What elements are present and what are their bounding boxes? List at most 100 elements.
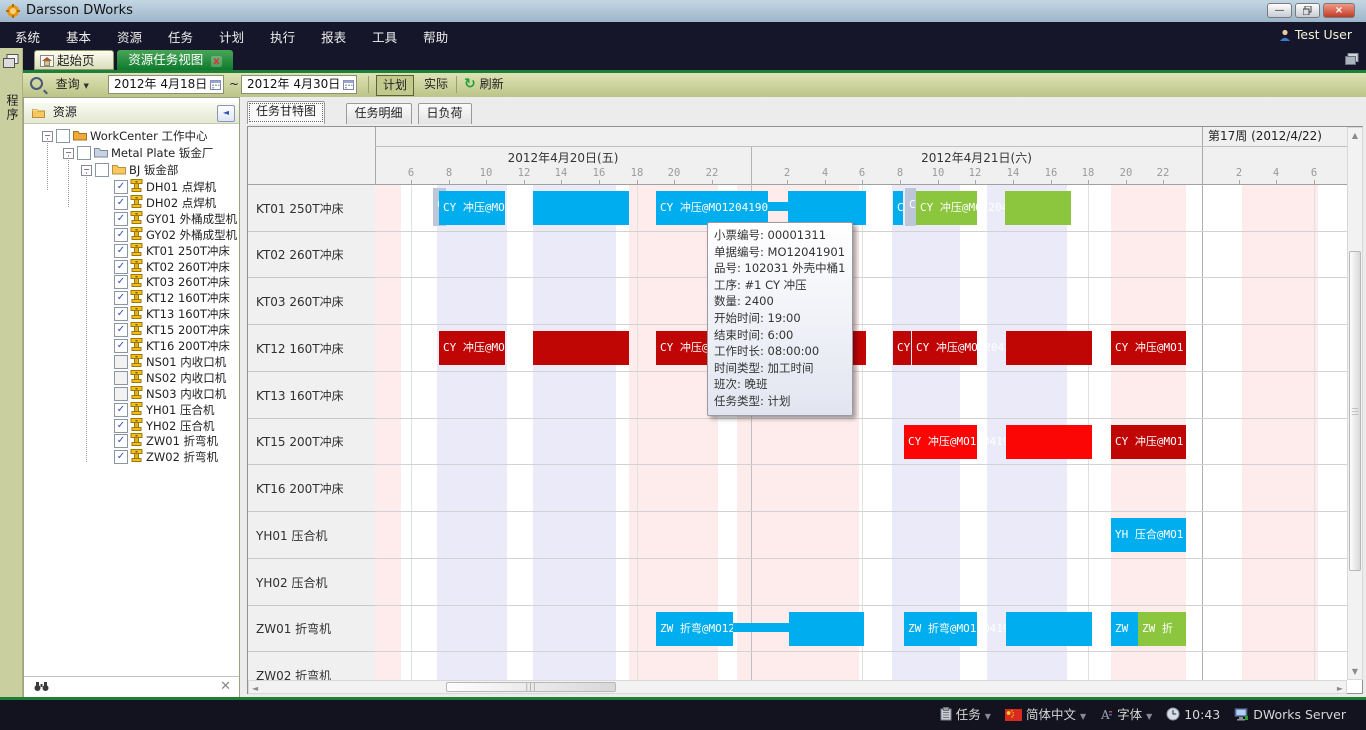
gantt-bar[interactable] (788, 191, 866, 225)
tree-checkbox[interactable]: ✓ (114, 291, 128, 305)
side-strip-label[interactable]: 程序 (4, 94, 21, 122)
scroll-right-icon[interactable]: ► (1337, 684, 1343, 693)
gantt-bar[interactable] (533, 331, 629, 365)
tree-item-ZW02[interactable]: ZW02 折弯机 (146, 449, 218, 465)
horizontal-scrollbar[interactable]: ◄ ||| ► (248, 680, 1347, 694)
tree-item-NS01[interactable]: NS01 内收口机 (146, 354, 226, 370)
menu-item-基本[interactable]: 基本 (53, 22, 104, 51)
tree-checkbox[interactable]: ✓ (114, 307, 128, 321)
gantt-bar[interactable]: CY 冲压@MO12041903 (904, 425, 977, 459)
tree-checkbox[interactable] (56, 129, 70, 143)
tree-item-KT02[interactable]: KT02 260T冲床 (146, 259, 230, 275)
menu-item-执行[interactable]: 执行 (257, 22, 308, 51)
dropdown-icon[interactable]: ▼ (1146, 712, 1152, 721)
tree-item-KT03[interactable]: KT03 260T冲床 (146, 274, 230, 290)
menu-item-工具[interactable]: 工具 (359, 22, 410, 51)
vertical-scrollbar-thumb[interactable]: ——— (1349, 251, 1361, 571)
gantt-bar[interactable]: CY 冲压@MO12041904 (912, 331, 977, 365)
pages-icon[interactable] (3, 54, 19, 69)
tree-item-DH01[interactable]: DH01 点焊机 (146, 179, 216, 195)
tab-close-icon[interactable]: x (211, 56, 221, 67)
gantt-bar[interactable]: ZW 折 (1138, 612, 1186, 646)
tree-checkbox[interactable]: ✓ (114, 196, 128, 210)
tree-checkbox[interactable]: ✓ (114, 323, 128, 337)
scroll-left-icon[interactable]: ◄ (252, 684, 258, 693)
vertical-scrollbar[interactable]: ▲ ——— ▼ (1347, 127, 1363, 680)
tree-checkbox[interactable]: ✓ (114, 212, 128, 226)
gantt-tab-任务明细[interactable]: 任务明细 (346, 103, 412, 124)
clear-search-icon[interactable]: ✕ (220, 679, 231, 694)
tree-node-metal-plate[interactable]: Metal Plate 钣金厂 (111, 145, 213, 161)
gantt-bar[interactable] (733, 623, 789, 632)
horizontal-scrollbar-thumb[interactable]: ||| (446, 682, 616, 692)
gantt-bar[interactable] (1006, 425, 1092, 459)
window-stack-icon[interactable] (1345, 53, 1359, 66)
restore-button[interactable] (1295, 3, 1320, 18)
tree-item-NS02[interactable]: NS02 内收口机 (146, 370, 226, 386)
gantt-bar[interactable]: ZW 折弯@MO12041901 (904, 612, 977, 646)
tree-checkbox[interactable] (77, 146, 91, 160)
tree-checkbox[interactable]: ✓ (114, 260, 128, 274)
gantt-bar[interactable] (1006, 612, 1092, 646)
collapse-panel-button[interactable]: ◄ (217, 105, 235, 122)
tree-checkbox[interactable]: ✓ (114, 403, 128, 417)
tree-item-YH01[interactable]: YH01 压合机 (146, 402, 214, 418)
tree-checkbox[interactable]: ✓ (114, 450, 128, 464)
gantt-bar[interactable] (1005, 191, 1071, 225)
gantt-bar[interactable] (533, 191, 629, 225)
gantt-tab-日负荷[interactable]: 日负荷 (418, 103, 472, 124)
tree-item-KT01[interactable]: KT01 250T冲床 (146, 243, 230, 259)
minimize-button[interactable]: — (1267, 3, 1292, 18)
gantt-bar[interactable]: ZW 折弯@MO12041901 (656, 612, 733, 646)
gantt-bar[interactable] (768, 202, 788, 211)
gantt-bar[interactable] (1006, 331, 1092, 365)
tree-checkbox[interactable]: ✓ (114, 419, 128, 433)
gantt-bar[interactable]: CY 冲压@MO12041901 (656, 191, 768, 225)
tree-item-DH02[interactable]: DH02 点焊机 (146, 195, 216, 211)
tree-item-YH02[interactable]: YH02 压合机 (146, 418, 214, 434)
close-button[interactable]: × (1323, 3, 1355, 18)
dropdown-icon[interactable]: ▼ (985, 712, 991, 721)
plan-toggle-button[interactable]: 计划 (376, 75, 414, 96)
menu-item-资源[interactable]: 资源 (104, 22, 155, 51)
gantt-bar[interactable]: CY 冲压@MO1 (1111, 425, 1186, 459)
tree-checkbox[interactable]: ✓ (114, 180, 128, 194)
tree-item-KT15[interactable]: KT15 200T冲床 (146, 322, 230, 338)
tree-checkbox[interactable]: ✓ (114, 434, 128, 448)
menu-item-任务[interactable]: 任务 (155, 22, 206, 51)
search-button[interactable]: 查询 ▼ (30, 75, 89, 94)
tab-resource-task-view[interactable]: 资源任务视图 x (117, 50, 233, 70)
tree-node-bj[interactable]: BJ 钣金部 (129, 162, 178, 178)
gantt-bar[interactable]: ZW (1111, 612, 1138, 646)
menu-item-系统[interactable]: 系统 (2, 22, 53, 51)
tree-item-KT16[interactable]: KT16 200T冲床 (146, 338, 230, 354)
tree-item-ZW01[interactable]: ZW01 折弯机 (146, 433, 218, 449)
tree-checkbox[interactable]: ✓ (114, 275, 128, 289)
gantt-bar[interactable]: CY 冲压@MO12041902 (916, 191, 977, 225)
date-to-field[interactable]: 2012年 4月30日 ▼ (241, 75, 357, 94)
refresh-button[interactable]: ↻ 刷新 (464, 75, 504, 94)
tree-item-KT13[interactable]: KT13 160T冲床 (146, 306, 230, 322)
tree-checkbox[interactable] (95, 163, 109, 177)
menu-item-帮助[interactable]: 帮助 (410, 22, 461, 51)
gantt-tab-任务甘特图[interactable]: 任务甘特图 (247, 101, 325, 124)
binoculars-icon[interactable] (34, 681, 49, 692)
tree-item-GY01[interactable]: GY01 外桶成型机 (146, 211, 237, 227)
gantt-bar[interactable]: C (893, 191, 903, 225)
calendar-icon[interactable] (210, 79, 221, 90)
date-from-field[interactable]: 2012年 4月18日 ▼ (108, 75, 224, 94)
gantt-bar[interactable]: CY 冲压@MO1 (1111, 331, 1186, 365)
tree-item-KT12[interactable]: KT12 160T冲床 (146, 290, 230, 306)
status-item-简体中文[interactable]: 简体中文 ▼ (1005, 706, 1086, 724)
tree-checkbox[interactable]: ✓ (114, 339, 128, 353)
gantt-bar[interactable]: CY 冲 (893, 331, 911, 365)
menu-item-计划[interactable]: 计划 (206, 22, 257, 51)
tree-search-bar[interactable]: ✕ (24, 676, 239, 697)
gantt-bar[interactable]: CY 冲压@MO12041904 (439, 331, 505, 365)
tab-home[interactable]: 起始页 (34, 50, 114, 70)
menu-item-报表[interactable]: 报表 (308, 22, 359, 51)
tree-checkbox[interactable] (114, 355, 128, 369)
tree-checkbox[interactable]: ✓ (114, 228, 128, 242)
dropdown-icon[interactable]: ▼ (1080, 712, 1086, 721)
tree-checkbox[interactable] (114, 387, 128, 401)
